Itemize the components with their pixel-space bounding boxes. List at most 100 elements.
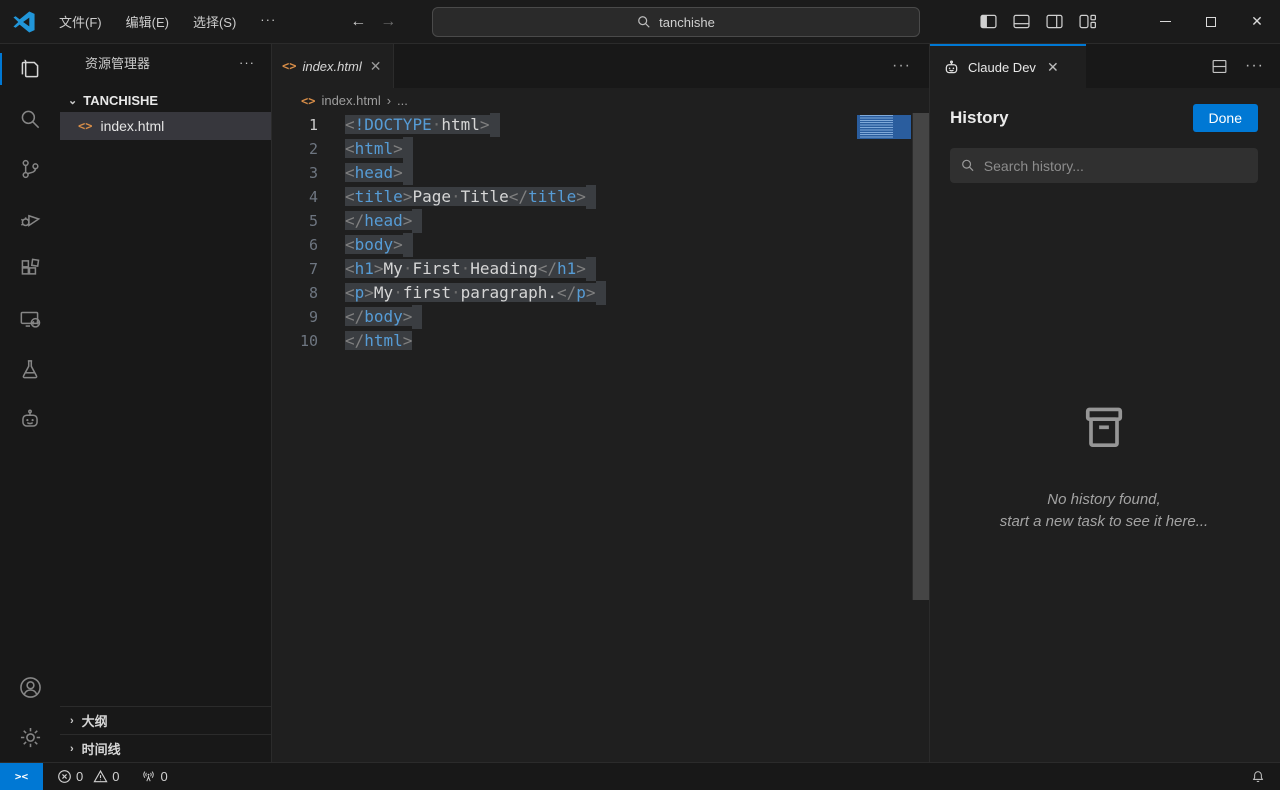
file-item-index-html[interactable]: <> index.html	[60, 112, 271, 140]
nav-back-icon[interactable]: ←	[350, 13, 366, 31]
gear-icon	[20, 727, 40, 747]
breadcrumb-separator-icon: ›	[386, 93, 392, 108]
code-line[interactable]: 10 </html>	[272, 329, 929, 353]
done-button[interactable]: Done	[1192, 104, 1258, 132]
empty-history-line2: start a new task to see it here...	[999, 513, 1209, 530]
line-number: 6	[308, 236, 318, 254]
editor-tab-bar: <> index.html ✕ ···	[272, 44, 929, 88]
errors-warnings-status[interactable]: 0 0	[51, 769, 125, 784]
activity-testing[interactable]	[0, 344, 60, 394]
sidebar-more-actions-icon[interactable]: ···	[239, 55, 255, 70]
warning-icon	[93, 769, 108, 783]
menu-overflow-icon[interactable]: ···	[250, 8, 286, 35]
explorer-sidebar: 资源管理器 ··· ⌄ TANCHISHE <> index.html › 大纲…	[60, 44, 272, 762]
history-view: History Done No history found, start a n…	[930, 88, 1280, 762]
tab-label: index.html	[302, 58, 362, 74]
menu-bar: 文件(F) 编辑(E) 选择(S) ···	[49, 8, 286, 35]
panel-tab-close-icon[interactable]: ✕	[1047, 59, 1059, 76]
editor-scrollbar[interactable]	[912, 113, 929, 600]
history-search-box[interactable]	[950, 148, 1258, 183]
activity-claude-dev[interactable]	[0, 394, 60, 444]
window-minimize-button[interactable]	[1142, 0, 1188, 43]
panel-more-actions-icon[interactable]: ···	[1245, 57, 1264, 75]
ports-status[interactable]: 0	[135, 769, 173, 784]
breadcrumb-file[interactable]: index.html	[321, 93, 380, 108]
file-name: index.html	[100, 118, 165, 134]
notifications-bell[interactable]	[1236, 763, 1280, 790]
history-search-input[interactable]	[983, 157, 1247, 174]
window-close-button[interactable]: ✕	[1234, 0, 1280, 43]
toggle-panel-icon[interactable]	[1011, 11, 1032, 32]
warning-count: 0	[112, 769, 120, 784]
line-number: 1	[308, 116, 318, 134]
robot-icon	[22, 409, 38, 427]
workspace-folder-name: TANCHISHE	[83, 92, 159, 108]
search-icon	[21, 110, 40, 129]
activity-source-control[interactable]	[0, 144, 60, 194]
line-number: 10	[299, 332, 318, 350]
window-maximize-button[interactable]	[1188, 0, 1234, 43]
split-editor-icon[interactable]	[1210, 57, 1229, 76]
tab-close-icon[interactable]: ✕	[370, 58, 382, 75]
activity-extensions[interactable]	[0, 244, 60, 294]
code-line[interactable]: 6 <body>	[272, 233, 929, 257]
close-icon: ✕	[1251, 13, 1263, 29]
chevron-down-icon: ⌄	[68, 94, 78, 107]
minimap-code-lines	[860, 115, 894, 139]
editor-more-actions-icon[interactable]: ···	[892, 44, 911, 88]
command-center-search[interactable]: tanchishe	[432, 7, 920, 37]
line-number: 9	[308, 308, 318, 326]
activity-remote-explorer[interactable]	[0, 294, 60, 344]
toggle-sidebar-icon[interactable]	[978, 11, 999, 32]
nav-forward-icon[interactable]: →	[380, 13, 396, 31]
status-bar: >< 0 0 0	[0, 762, 1280, 790]
outline-section-header[interactable]: › 大纲	[60, 706, 271, 734]
activity-bar	[0, 44, 60, 762]
code-line[interactable]: 3 <head>	[272, 161, 929, 185]
files-icon	[21, 59, 39, 78]
code-line[interactable]: 9 </body>	[272, 305, 929, 329]
run-debug-icon	[20, 214, 41, 227]
menu-selection[interactable]: 选择(S)	[183, 8, 246, 35]
code-lines: 1 <!DOCTYPE·html> 2 <html> 3 <head> 4 <title>Pa…	[272, 113, 929, 353]
code-line[interactable]: 2 <html>	[272, 137, 929, 161]
activity-account[interactable]	[0, 662, 60, 712]
error-count: 0	[76, 769, 84, 784]
maximize-icon	[1206, 16, 1216, 27]
tab-claude-dev[interactable]: Claude Dev ✕	[930, 44, 1086, 88]
history-empty-state: No history found, start a new task to se…	[950, 405, 1258, 533]
timeline-section-header[interactable]: › 时间线	[60, 734, 271, 762]
workspace-folder-header[interactable]: ⌄ TANCHISHE	[60, 88, 271, 112]
empty-history-line1: No history found,	[1047, 491, 1161, 508]
activity-run-debug[interactable]	[0, 194, 60, 244]
code-line[interactable]: 7 <h1>My·First·Heading</h1>	[272, 257, 929, 281]
menu-edit[interactable]: 编辑(E)	[116, 8, 179, 35]
breadcrumb[interactable]: <> index.html › ...	[272, 88, 929, 113]
line-number: 8	[308, 284, 318, 302]
archive-box-icon	[1085, 407, 1123, 448]
toggle-secondary-sidebar-icon[interactable]	[1044, 11, 1065, 32]
outline-label: 大纲	[81, 714, 108, 729]
code-line[interactable]: 8 <p>My·first·paragraph.</p>	[272, 281, 929, 305]
line-number: 3	[308, 164, 318, 182]
activity-explorer[interactable]	[0, 44, 60, 94]
radio-tower-icon	[143, 771, 155, 782]
ports-count: 0	[160, 769, 168, 784]
search-icon	[638, 16, 650, 28]
breadcrumb-more[interactable]: ...	[397, 93, 408, 108]
activity-search[interactable]	[0, 94, 60, 144]
activity-settings[interactable]	[0, 712, 60, 762]
code-line[interactable]: 4 <title>Page·Title</title>	[272, 185, 929, 209]
customize-layout-icon[interactable]	[1077, 11, 1098, 32]
code-editor[interactable]: 1 <!DOCTYPE·html> 2 <html> 3 <head> 4 <title>Pa…	[272, 113, 929, 762]
menu-file[interactable]: 文件(F)	[49, 8, 112, 35]
remote-indicator[interactable]: ><	[0, 763, 43, 790]
code-line[interactable]: 1 <!DOCTYPE·html>	[272, 113, 929, 137]
sidebar-title: 资源管理器	[85, 55, 151, 71]
code-line[interactable]: 5 </head>	[272, 209, 929, 233]
history-heading: History	[950, 108, 1009, 127]
minimap-selection[interactable]	[857, 115, 911, 139]
tab-index-html[interactable]: <> index.html ✕	[272, 44, 394, 88]
chevron-right-icon: ›	[70, 714, 74, 727]
command-center-value: tanchishe	[659, 14, 715, 30]
